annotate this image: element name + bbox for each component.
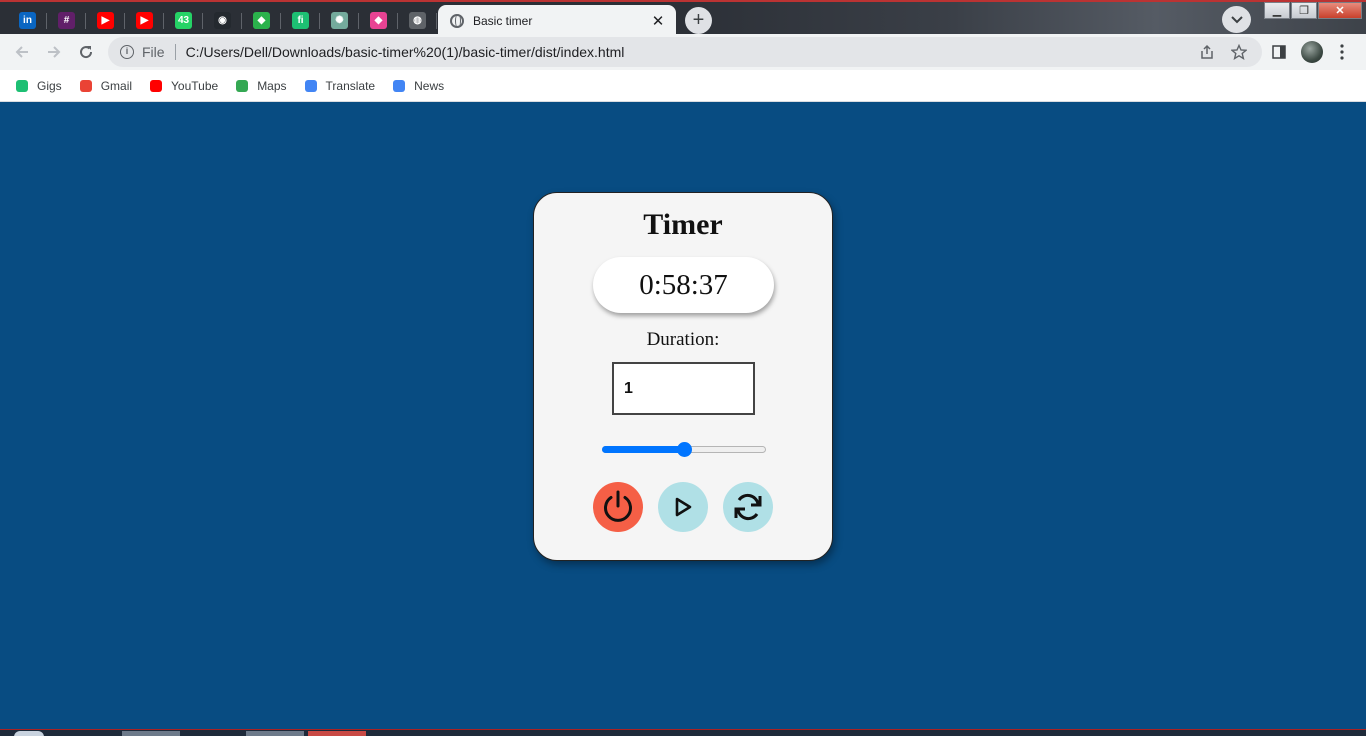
taskbar-item[interactable] xyxy=(122,731,180,736)
feedly-icon: ◆ xyxy=(253,11,270,29)
slack-icon: # xyxy=(58,11,75,29)
browser-tab-strip: in # ▶ ▶ 43 ◉ ◆ fi ✺ ◆ ◍ Basic timer ✕ + ▁ ❐ ✕ xyxy=(0,0,1366,34)
bookmark-maps[interactable]: Maps xyxy=(234,78,287,94)
reload-button[interactable] xyxy=(74,40,98,64)
back-button[interactable] xyxy=(10,40,34,64)
bookmark-label: Gigs xyxy=(37,78,62,93)
address-scheme-label: File xyxy=(142,44,176,60)
pinned-tabs: in # ▶ ▶ 43 ◉ ◆ fi ✺ ◆ ◍ xyxy=(8,5,437,34)
profile-button[interactable] xyxy=(1300,40,1324,64)
power-icon xyxy=(604,490,632,522)
browser-toolbar: i File C:/Users/Dell/Downloads/basic-tim… xyxy=(0,34,1366,70)
timer-heading: Timer xyxy=(643,208,723,241)
bookmark-label: Maps xyxy=(257,78,287,93)
bookmark-label: Translate xyxy=(325,78,376,93)
power-button[interactable] xyxy=(593,482,643,532)
bookmark-youtube[interactable]: YouTube xyxy=(148,78,218,94)
chevron-down-icon xyxy=(1230,15,1243,23)
play-icon xyxy=(675,497,692,517)
whatsapp-icon: 43 xyxy=(175,11,192,29)
pinned-tab[interactable]: # xyxy=(47,5,86,34)
timer-card: Timer 0:58:37 Duration: xyxy=(533,192,833,561)
pinned-tab[interactable]: in xyxy=(8,5,47,34)
translate-icon xyxy=(303,78,319,94)
restore-button[interactable]: ❐ xyxy=(1291,2,1317,19)
globe-icon xyxy=(450,13,464,28)
news-icon xyxy=(391,78,407,94)
taskbar-item[interactable] xyxy=(246,731,304,736)
share-icon[interactable] xyxy=(1196,41,1218,63)
os-taskbar xyxy=(0,729,1366,736)
side-panel-icon xyxy=(1272,45,1286,59)
avatar xyxy=(1301,41,1323,63)
kebab-menu-icon xyxy=(1340,44,1344,60)
site-info-icon[interactable]: i xyxy=(120,45,134,59)
arrow-left-icon xyxy=(15,46,28,58)
box-app-icon: ◆ xyxy=(370,11,387,29)
pinned-tab[interactable]: fi xyxy=(281,5,320,34)
duration-label: Duration: xyxy=(646,329,720,350)
pinned-tab[interactable]: ▶ xyxy=(125,5,164,34)
bookmark-translate[interactable]: Translate xyxy=(303,78,376,94)
time-display: 0:58:37 xyxy=(593,257,774,313)
pinned-tab[interactable]: ◆ xyxy=(359,5,398,34)
slider-thumb[interactable] xyxy=(677,442,692,457)
forward-button[interactable] xyxy=(42,40,66,64)
play-button[interactable] xyxy=(658,482,708,532)
arrow-right-icon xyxy=(48,46,61,58)
close-tab-icon[interactable]: ✕ xyxy=(650,12,666,30)
slider-fill xyxy=(602,446,684,453)
page-content: Timer 0:58:37 Duration: xyxy=(0,102,1366,729)
chatgpt-icon: ✺ xyxy=(331,11,348,29)
start-button[interactable] xyxy=(14,731,44,736)
tab-strip-background xyxy=(666,2,1366,34)
new-tab-button[interactable]: + xyxy=(685,7,712,34)
bookmark-label: Gmail xyxy=(100,78,133,93)
reload-icon xyxy=(80,46,93,59)
pinned-tab[interactable]: ◆ xyxy=(242,5,281,34)
taskbar-item[interactable] xyxy=(308,731,366,736)
youtube-icon xyxy=(148,78,164,94)
menu-button[interactable] xyxy=(1330,40,1354,64)
minimize-button[interactable]: ▁ xyxy=(1264,2,1290,19)
duration-slider[interactable] xyxy=(602,442,766,457)
address-bar[interactable]: i File C:/Users/Dell/Downloads/basic-tim… xyxy=(108,37,1262,67)
linkedin-icon: in xyxy=(19,11,36,29)
bookmarks-bar: Gigs Gmail YouTube Maps Translate News xyxy=(0,70,1366,102)
refresh-icon xyxy=(734,493,762,521)
bookmark-gigs[interactable]: Gigs xyxy=(14,78,62,94)
side-panel-button[interactable] xyxy=(1267,40,1291,64)
pinned-tab[interactable]: ▶ xyxy=(86,5,125,34)
bookmark-star-icon[interactable] xyxy=(1228,41,1250,63)
window-close-button[interactable]: ✕ xyxy=(1318,2,1362,19)
maps-icon xyxy=(234,78,250,94)
bookmark-label: YouTube xyxy=(171,78,219,93)
bookmark-label: News xyxy=(414,78,445,93)
duration-input[interactable] xyxy=(612,362,755,415)
pinned-tab[interactable]: 43 xyxy=(164,5,203,34)
github-icon: ◉ xyxy=(214,11,231,29)
youtube-icon: ▶ xyxy=(136,11,153,29)
pinned-tab[interactable]: ◍ xyxy=(398,5,437,34)
tab-search-button[interactable] xyxy=(1222,6,1251,33)
globe-icon: ◍ xyxy=(409,11,426,29)
address-url[interactable]: C:/Users/Dell/Downloads/basic-timer%20(1… xyxy=(186,44,1186,60)
bookmark-gmail[interactable]: Gmail xyxy=(78,78,132,94)
bookmark-news[interactable]: News xyxy=(391,78,444,94)
reset-button[interactable] xyxy=(723,482,773,532)
pinned-tab[interactable]: ◉ xyxy=(203,5,242,34)
pinned-tab[interactable]: ✺ xyxy=(320,5,359,34)
tab-active[interactable]: Basic timer ✕ xyxy=(438,5,676,34)
fiverr-icon xyxy=(14,78,30,94)
youtube-icon: ▶ xyxy=(97,11,114,29)
fiverr-icon: fi xyxy=(292,11,309,29)
gmail-icon xyxy=(78,78,94,94)
tab-title: Basic timer xyxy=(473,13,533,28)
window-controls: ▁ ❐ ✕ xyxy=(1263,2,1362,20)
